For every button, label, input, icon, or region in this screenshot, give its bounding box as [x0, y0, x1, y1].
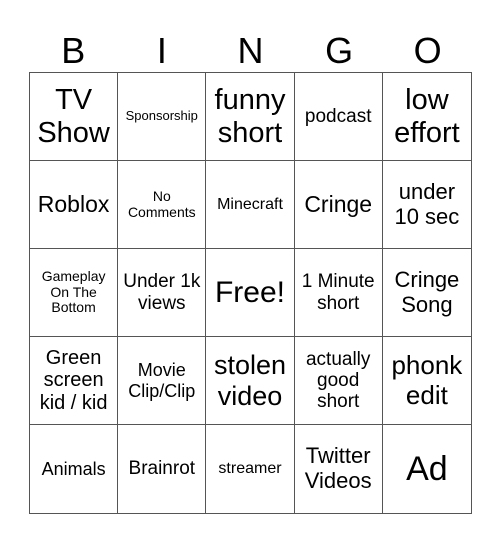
bingo-cell[interactable]: Ad [383, 425, 471, 513]
bingo-cell[interactable]: No Comments [118, 161, 207, 249]
header-letter-o: O [413, 30, 442, 71]
bingo-cell[interactable]: under 10 sec [382, 161, 471, 249]
bingo-cell[interactable]: Movie Clip/Clip [118, 337, 207, 425]
bingo-cell free-space[interactable]: Free! [206, 249, 295, 337]
bingo-cell[interactable]: Brainrot [118, 425, 207, 513]
header-letter-g: G [325, 30, 354, 71]
bingo-cell[interactable]: Cringe Song [382, 249, 471, 337]
bingo-cell[interactable]: Sponsorship [118, 73, 207, 161]
bingo-cell[interactable]: Roblox [30, 161, 119, 249]
header-letter-n: N [237, 30, 264, 71]
bingo-cell[interactable]: Gameplay On The Bottom [30, 249, 119, 337]
bingo-cell[interactable]: 1 Minute short [294, 249, 383, 337]
bingo-cell[interactable]: streamer [206, 425, 295, 513]
bingo-cell[interactable]: podcast [294, 73, 383, 161]
bingo-cell[interactable]: TV Show [30, 73, 119, 161]
bingo-cell[interactable]: Animals [30, 425, 119, 513]
header-letter-b: B [61, 30, 86, 71]
bingo-cell[interactable]: phonk edit [382, 337, 471, 425]
bingo-cell[interactable]: actually good short [294, 337, 383, 425]
bingo-cell[interactable]: Minecraft [206, 161, 295, 249]
bingo-cell[interactable]: Under 1k views [118, 249, 207, 337]
bingo-cell[interactable]: Green screen kid / kid [30, 337, 119, 425]
bingo-cell[interactable]: Cringe [294, 161, 383, 249]
header-letter-i: I [156, 30, 167, 71]
bingo-cell[interactable]: Twitter Videos [295, 425, 383, 513]
bingo-card: TV Show Sponsorship funny short podcast … [29, 72, 472, 514]
bingo-cell[interactable]: low effort [382, 73, 471, 161]
bingo-cell[interactable]: stolen video [206, 337, 295, 425]
bingo-header: B I N G O [29, 30, 472, 72]
bingo-cell[interactable]: funny short [206, 73, 295, 161]
